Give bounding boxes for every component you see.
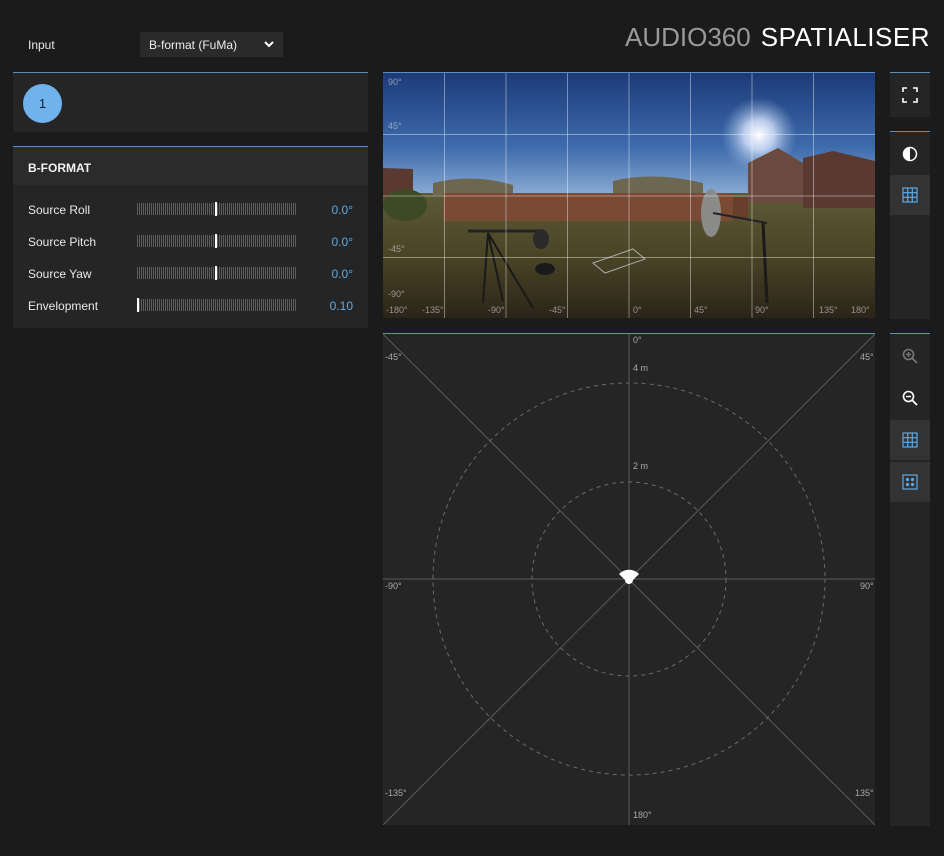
speaker-dots-button[interactable] bbox=[890, 462, 930, 502]
label-front-left: -45° bbox=[385, 352, 402, 362]
azim-label-45: 45° bbox=[694, 305, 708, 315]
topdown-grid-button[interactable] bbox=[890, 420, 930, 460]
param-row-envelopment: Envelopment 0.10 bbox=[13, 296, 368, 316]
azim-label-180: 180° bbox=[851, 305, 870, 315]
zoom-out-icon bbox=[902, 390, 918, 406]
source-pitch-label: Source Pitch bbox=[28, 235, 97, 249]
slider-handle[interactable] bbox=[137, 298, 139, 312]
azim-label-neg45: -45° bbox=[549, 305, 566, 315]
brand-audio360: AUDIO360 bbox=[625, 21, 751, 52]
source-yaw-label: Source Yaw bbox=[28, 267, 92, 281]
bformat-panel: B-FORMAT Source Roll 0.0° Source Pitch 0… bbox=[13, 146, 368, 328]
brand-logo: AUDIO360 SPATIALISER bbox=[625, 22, 930, 52]
zoom-in-button[interactable] bbox=[890, 336, 930, 376]
elev-label-90: 90° bbox=[388, 77, 402, 87]
source-roll-slider[interactable] bbox=[137, 202, 296, 216]
source-pitch-value[interactable]: 0.0° bbox=[332, 235, 353, 249]
grid-icon bbox=[902, 187, 918, 203]
top-down-canvas: 0° 180° -90° 90° -45° 45° -135° 135° 4 m… bbox=[382, 333, 876, 826]
label-right: 90° bbox=[860, 581, 874, 591]
param-row-source-pitch: Source Pitch 0.0° bbox=[13, 232, 368, 252]
source-pitch-slider[interactable] bbox=[137, 234, 296, 248]
elev-label-neg45: -45° bbox=[388, 244, 405, 254]
azim-label-neg135: -135° bbox=[422, 305, 444, 315]
param-row-source-yaw: Source Yaw 0.0° bbox=[13, 264, 368, 284]
slider-handle[interactable] bbox=[215, 234, 217, 248]
listener-icon bbox=[619, 569, 639, 584]
video-grid-button[interactable] bbox=[890, 175, 930, 215]
dots-icon bbox=[902, 474, 918, 490]
source-yaw-value[interactable]: 0.0° bbox=[332, 267, 353, 281]
zoom-out-button[interactable] bbox=[890, 378, 930, 418]
slider-handle[interactable] bbox=[215, 266, 217, 280]
view-toolbar-top bbox=[890, 72, 930, 117]
envelopment-slider[interactable] bbox=[137, 298, 296, 312]
input-label: Input bbox=[28, 38, 55, 52]
input-select-value: B-format (FuMa) bbox=[149, 37, 238, 52]
contrast-icon bbox=[902, 146, 918, 162]
slider-handle[interactable] bbox=[215, 202, 217, 216]
label-left: -90° bbox=[385, 581, 402, 591]
label-front-right: 45° bbox=[860, 352, 874, 362]
grid-icon bbox=[902, 432, 918, 448]
source-yaw-slider[interactable] bbox=[137, 266, 296, 280]
azim-label-135: 135° bbox=[819, 305, 838, 315]
bformat-title: B-FORMAT bbox=[28, 161, 92, 175]
label-back-left: -135° bbox=[385, 788, 407, 798]
source-panel: 1 bbox=[13, 72, 368, 132]
elev-label-neg90: -90° bbox=[388, 289, 405, 299]
input-format-select[interactable]: B-format (FuMa) bbox=[140, 32, 283, 57]
bformat-header: B-FORMAT bbox=[13, 147, 368, 185]
source-roll-value[interactable]: 0.0° bbox=[332, 203, 353, 217]
label-back-right: 135° bbox=[855, 788, 874, 798]
zoom-in-icon bbox=[902, 348, 918, 364]
brand-spatialiser: SPATIALISER bbox=[760, 21, 930, 52]
fullscreen-button[interactable] bbox=[890, 75, 930, 115]
azim-label-0: 0° bbox=[633, 305, 642, 315]
fullscreen-icon bbox=[902, 87, 918, 103]
label-back: 180° bbox=[633, 810, 652, 820]
source-1-button[interactable]: 1 bbox=[23, 84, 62, 123]
source-number: 1 bbox=[38, 96, 47, 111]
ring-label-4m: 4 m bbox=[633, 363, 648, 373]
video-360-view[interactable]: 90° 45° -45° -90° -180° -135° -90° -45° … bbox=[383, 72, 875, 318]
azim-label-90: 90° bbox=[755, 305, 769, 315]
topdown-toolbar bbox=[890, 333, 930, 826]
chevron-down-icon bbox=[264, 41, 274, 48]
label-front: 0° bbox=[633, 335, 642, 345]
contrast-button[interactable] bbox=[890, 134, 930, 174]
video-360-image: 90° 45° -45° -90° -180° -135° -90° -45° … bbox=[383, 73, 875, 318]
video-toolbar bbox=[890, 131, 930, 319]
azim-label-neg180: -180° bbox=[386, 305, 408, 315]
envelopment-label: Envelopment bbox=[28, 299, 99, 313]
envelopment-value[interactable]: 0.10 bbox=[330, 299, 353, 313]
param-row-source-roll: Source Roll 0.0° bbox=[13, 200, 368, 220]
elev-label-45: 45° bbox=[388, 121, 402, 131]
source-roll-label: Source Roll bbox=[28, 203, 91, 217]
ring-label-2m: 2 m bbox=[633, 461, 648, 471]
top-down-view[interactable]: 0° 180° -90° 90° -45° 45° -135° 135° 4 m… bbox=[382, 333, 876, 826]
azim-label-neg90: -90° bbox=[488, 305, 505, 315]
